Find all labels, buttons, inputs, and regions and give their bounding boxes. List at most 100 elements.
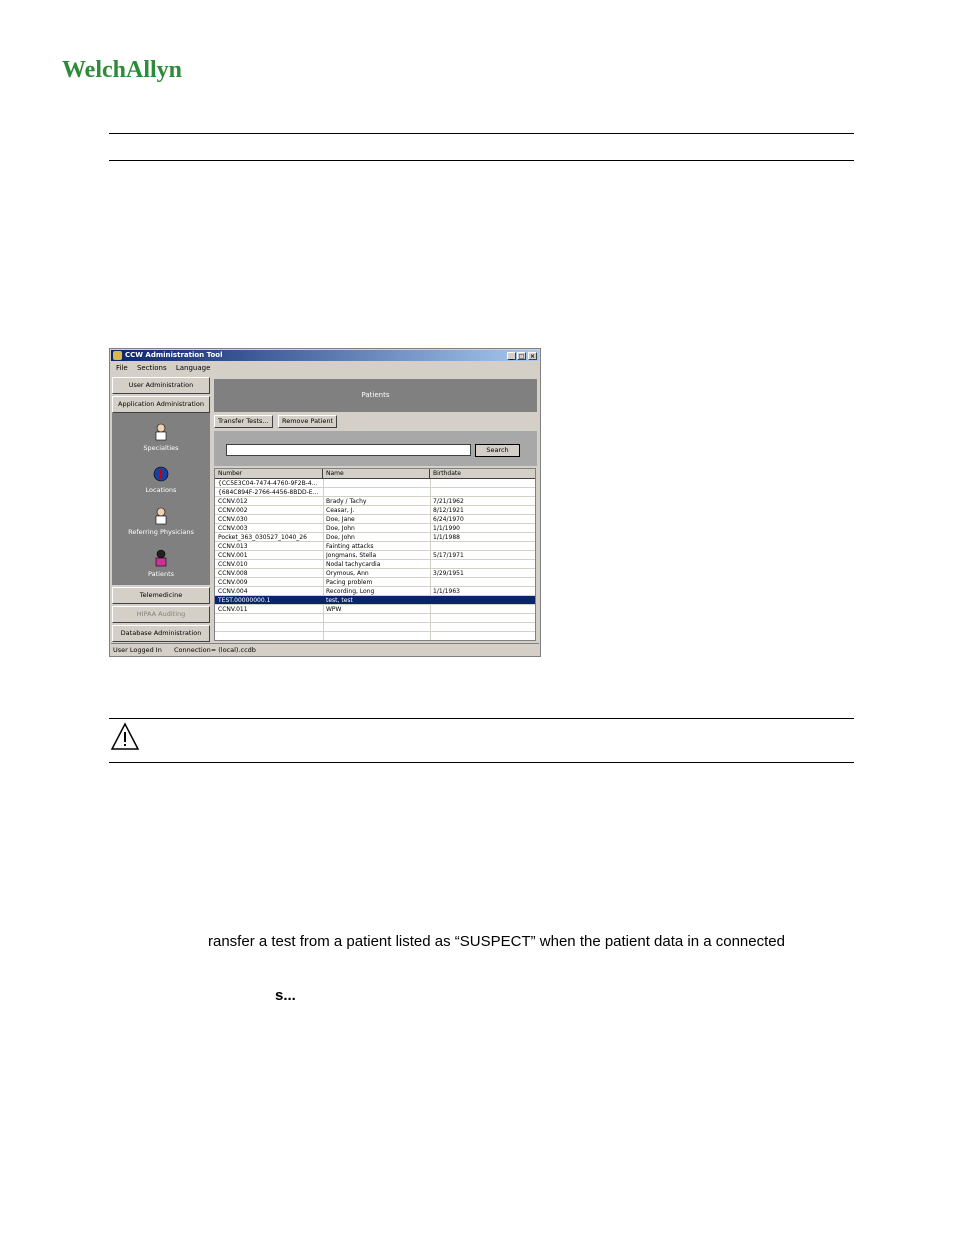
cell-number: CCNV.012 — [218, 498, 248, 505]
cell-number: {684C894F-2766-4456-8BDD-E... — [218, 489, 319, 496]
ccw-admin-window: CCW Administration Tool _ □ × File Secti… — [109, 348, 541, 657]
cell-name: Jongmans, Stella — [326, 552, 377, 559]
app-admin-button[interactable]: Application Administration — [112, 396, 210, 413]
referring-physicians-icon[interactable] — [152, 507, 170, 525]
warning-rule-bottom — [109, 762, 854, 763]
table-row[interactable]: TEST.00000000.1 test, test — [215, 596, 535, 605]
remove-patient-button[interactable]: Remove Patient — [278, 415, 338, 428]
nav-item-locations[interactable]: Locations — [112, 486, 210, 494]
cell-number: CCNV.030 — [218, 516, 248, 523]
cell-name: Recording, Long — [326, 588, 375, 595]
close-button[interactable]: × — [528, 352, 537, 360]
cell-name: Doe, Jane — [326, 516, 355, 523]
header-rule-bottom — [109, 160, 854, 161]
table-row[interactable]: CCNV.009 Pacing problem — [215, 578, 535, 587]
cell-name: Fainting attacks — [326, 543, 374, 550]
warning-rule-top — [109, 718, 854, 719]
cell-number: CCNV.003 — [218, 525, 248, 532]
table-row[interactable]: CCNV.004 Recording, Long 1/1/1963 — [215, 587, 535, 596]
table-row[interactable]: CCNV.001 Jongmans, Stella 5/17/1971 — [215, 551, 535, 560]
column-name[interactable]: Name — [323, 469, 430, 479]
maximize-button[interactable]: □ — [517, 352, 526, 360]
cell-birthdate: 1/1/1988 — [433, 534, 460, 541]
status-connection: Connection= (local).ccdb — [173, 646, 256, 654]
user-admin-button[interactable]: User Administration — [112, 377, 210, 394]
cell-number: CCNV.001 — [218, 552, 248, 559]
window-titlebar: CCW Administration Tool _ □ × — [111, 350, 539, 361]
locations-icon[interactable] — [152, 465, 170, 483]
table-row[interactable]: {684C894F-2766-4456-8BDD-E... — [215, 488, 535, 497]
cell-number: TEST.00000000.1 — [218, 597, 271, 604]
table-row[interactable]: CCNV.010 Nodal tachycardia — [215, 560, 535, 569]
nav-item-referring-physicians[interactable]: Referring Physicians — [112, 528, 210, 536]
app-icon — [113, 351, 122, 360]
table-row[interactable]: CCNV.002 Ceasar, J. 8/12/1921 — [215, 506, 535, 515]
cell-name: WPW — [326, 606, 342, 613]
section-header: Patients — [214, 379, 537, 412]
cell-number: CCNV.009 — [218, 579, 248, 586]
table-row[interactable]: CCNV.030 Doe, Jane 6/24/1970 — [215, 515, 535, 524]
cell-birthdate: 6/24/1970 — [433, 516, 464, 523]
cell-number: CCNV.004 — [218, 588, 248, 595]
transfer-tests-button[interactable]: Transfer Tests... — [214, 415, 273, 428]
table-row[interactable]: CCNV.012 Brady / Tachy 7/21/1962 — [215, 497, 535, 506]
cell-number: CCNV.013 — [218, 543, 248, 550]
nav-item-specialties[interactable]: Specialties — [112, 444, 210, 452]
table-row[interactable]: Pocket_363_030527_1040_26 Doe, John 1/1/19… — [215, 533, 535, 542]
minimize-button[interactable]: _ — [507, 352, 516, 360]
cell-number: CCNV.008 — [218, 570, 248, 577]
menu-language[interactable]: Language — [176, 364, 211, 372]
cell-name: Nodal tachycardia — [326, 561, 381, 568]
welch-allyn-logo: WelchAllyn — [62, 57, 182, 83]
telemedicine-button[interactable]: Telemedicine — [112, 587, 210, 604]
cell-name: Brady / Tachy — [326, 498, 367, 505]
header-rule-top — [109, 133, 854, 134]
table-row[interactable]: CCNV.003 Doe, John 1/1/1990 — [215, 524, 535, 533]
table-row-empty — [215, 614, 535, 623]
specialties-icon[interactable] — [152, 423, 170, 441]
cell-name: Pacing problem — [326, 579, 373, 586]
patients-table: Number Name Birthdate {CC5E3C04-7474-476… — [214, 468, 536, 641]
search-button[interactable]: Search — [475, 444, 520, 457]
cell-birthdate: 1/1/1963 — [433, 588, 460, 595]
cell-name: Ceasar, J. — [326, 507, 355, 514]
patients-icon[interactable] — [152, 549, 170, 567]
table-row[interactable]: CCNV.013 Fainting attacks — [215, 542, 535, 551]
cell-birthdate: 7/21/1962 — [433, 498, 464, 505]
menu-file[interactable]: File — [116, 364, 128, 372]
cell-birthdate: 1/1/1990 — [433, 525, 460, 532]
cell-name: Orymous, Ann — [326, 570, 369, 577]
cell-number: CCNV.002 — [218, 507, 248, 514]
column-number[interactable]: Number — [215, 469, 323, 479]
column-birthdate[interactable]: Birthdate — [430, 469, 535, 479]
status-user: User Logged In — [113, 646, 162, 654]
logo-text: WelchAllyn — [62, 57, 182, 83]
body-line-1: ransfer a test from a patient listed as … — [208, 933, 785, 950]
cell-name: Doe, John — [326, 525, 355, 532]
cell-name: test, test — [326, 597, 353, 604]
cell-birthdate: 5/17/1971 — [433, 552, 464, 559]
table-row[interactable]: CCNV.011 WPW — [215, 605, 535, 614]
cell-number: CCNV.010 — [218, 561, 248, 568]
table-row[interactable]: {CC5E3C04-7474-4760-9F2B-4... — [215, 479, 535, 488]
cell-birthdate: 3/29/1951 — [433, 570, 464, 577]
table-row-empty — [215, 632, 535, 640]
table-row-empty — [215, 623, 535, 632]
status-bar: User Logged In Connection= (local).ccdb — [111, 643, 539, 656]
window-title: CCW Administration Tool — [125, 351, 223, 359]
warning-icon — [110, 722, 140, 750]
table-header: Number Name Birthdate — [215, 469, 535, 479]
database-admin-button[interactable]: Database Administration — [112, 625, 210, 642]
cell-number: Pocket_363_030527_1040_26 — [218, 534, 307, 541]
cell-name: Doe, John — [326, 534, 355, 541]
cell-birthdate: 8/12/1921 — [433, 507, 464, 514]
nav-panel: Specialties Locations Referring Physicia… — [112, 413, 210, 585]
menu-sections[interactable]: Sections — [137, 364, 167, 372]
nav-item-patients[interactable]: Patients — [112, 570, 210, 578]
search-input[interactable] — [226, 444, 471, 456]
body-line-2: s... — [275, 987, 296, 1004]
menubar: File Sections Language — [111, 362, 539, 374]
table-row[interactable]: CCNV.008 Orymous, Ann 3/29/1951 — [215, 569, 535, 578]
hipaa-auditing-button: HIPAA Auditing — [112, 606, 210, 623]
cell-number: {CC5E3C04-7474-4760-9F2B-4... — [218, 480, 318, 487]
